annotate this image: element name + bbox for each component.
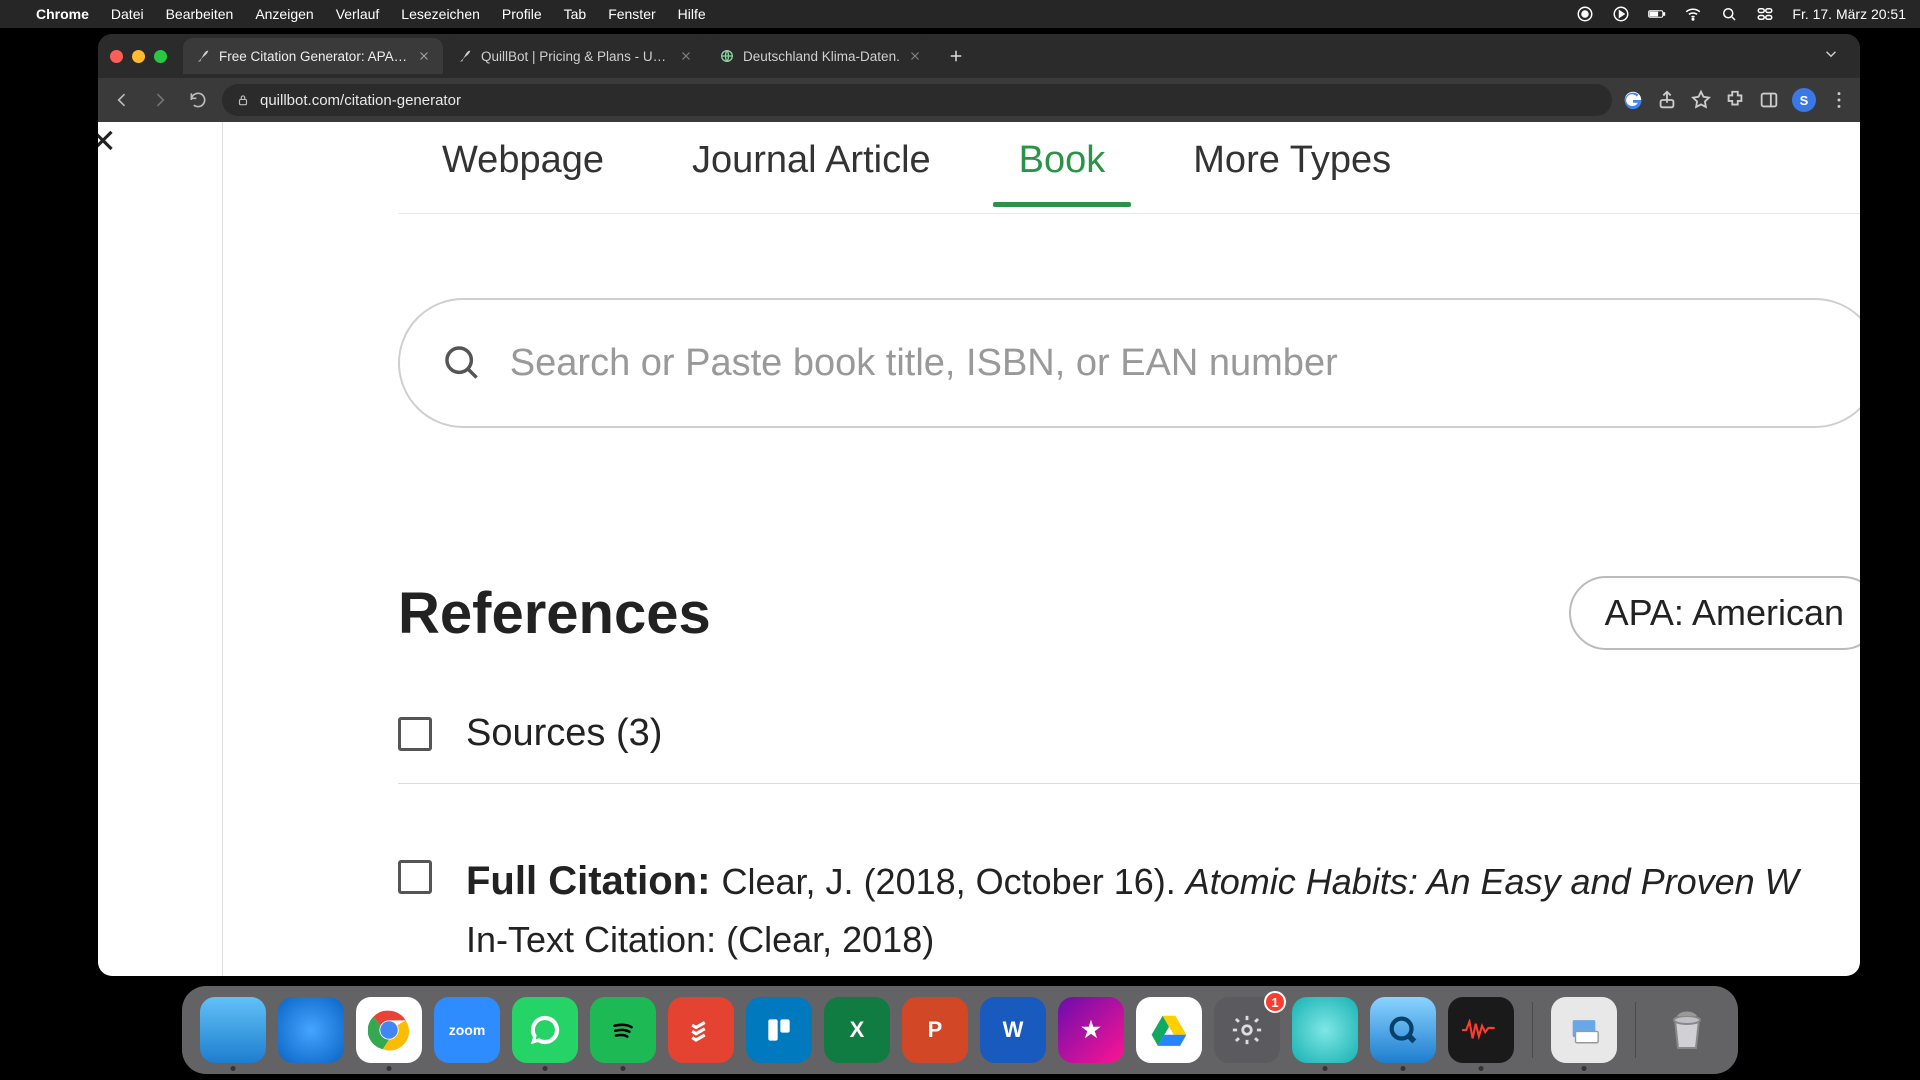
dock-preview[interactable] <box>1551 997 1617 1063</box>
citation-checkbox[interactable] <box>398 860 432 894</box>
dock-separator <box>1532 1002 1533 1058</box>
dock-word[interactable]: W <box>980 997 1046 1063</box>
browser-tab-citation[interactable]: Free Citation Generator: APA, … <box>183 38 443 74</box>
forward-button[interactable] <box>146 86 174 114</box>
sidepanel-icon[interactable] <box>1758 89 1780 111</box>
browser-tab-pricing[interactable]: QuillBot | Pricing & Plans - Up… <box>445 38 705 74</box>
quillbot-favicon-icon <box>195 48 211 64</box>
citation-item: Full Citation: Clear, J. (2018, October … <box>398 850 1860 968</box>
tab-more-types[interactable]: More Types <box>1149 129 1435 206</box>
dock-zoom[interactable]: zoom <box>434 997 500 1063</box>
dock-whatsapp[interactable] <box>512 997 578 1063</box>
tab-close-icon[interactable] <box>908 49 922 63</box>
kebab-menu-icon[interactable] <box>1828 89 1850 111</box>
sidebar-divider <box>222 122 223 976</box>
dock-finder[interactable] <box>200 997 266 1063</box>
dock-quicktime[interactable] <box>1370 997 1436 1063</box>
menu-bearbeiten[interactable]: Bearbeiten <box>166 6 234 22</box>
dock-separator <box>1635 1002 1636 1058</box>
google-services-icon[interactable] <box>1622 89 1644 111</box>
tab-journal-article[interactable]: Journal Article <box>648 129 975 206</box>
page-viewport: × Webpage Journal Article Book More Type… <box>98 122 1860 976</box>
back-button[interactable] <box>108 86 136 114</box>
select-all-checkbox[interactable] <box>398 717 432 751</box>
intext-citation-value: (Clear, 2018) <box>726 919 934 960</box>
profile-avatar[interactable]: S <box>1792 88 1816 112</box>
tab-title: QuillBot | Pricing & Plans - Up… <box>481 49 671 64</box>
dock-spotify[interactable] <box>590 997 656 1063</box>
full-citation-label: Full Citation: <box>466 859 722 903</box>
citation-style-label: APA: American <box>1605 592 1844 634</box>
tabs-dropdown-button[interactable] <box>1822 45 1840 68</box>
lock-icon <box>236 93 250 107</box>
tab-title: Deutschland Klima-Daten. <box>743 49 900 64</box>
book-search-input[interactable] <box>510 342 1838 385</box>
dock-safari[interactable] <box>278 997 344 1063</box>
dock-chrome[interactable] <box>356 997 422 1063</box>
screen-record-icon[interactable] <box>1576 5 1594 23</box>
tab-close-icon[interactable] <box>417 49 431 63</box>
citation-title-italic: Atomic Habits: An Easy and Proven W <box>1186 861 1799 902</box>
dock-trash[interactable] <box>1654 997 1720 1063</box>
extensions-icon[interactable] <box>1724 89 1746 111</box>
window-close-button[interactable] <box>110 50 123 63</box>
address-bar[interactable]: quillbot.com/citation-generator <box>222 84 1612 116</box>
menu-lesezeichen[interactable]: Lesezeichen <box>401 6 480 22</box>
browser-tab-klima[interactable]: Deutschland Klima-Daten. <box>707 38 934 74</box>
control-center-icon[interactable] <box>1756 5 1774 23</box>
sources-count-label: Sources (3) <box>466 712 662 755</box>
tab-title: Free Citation Generator: APA, … <box>219 49 409 64</box>
source-type-tabs: Webpage Journal Article Book More Types <box>398 122 1860 214</box>
book-search-bar[interactable] <box>398 298 1860 428</box>
macos-dock: zoom X P W ★ 1 <box>182 986 1738 1074</box>
reload-button[interactable] <box>184 86 212 114</box>
menu-verlauf[interactable]: Verlauf <box>336 6 380 22</box>
sources-select-all-row: Sources (3) <box>398 712 1860 784</box>
window-minimize-button[interactable] <box>132 50 145 63</box>
search-icon <box>440 341 482 385</box>
tab-book[interactable]: Book <box>975 129 1150 206</box>
dock-google-drive[interactable] <box>1136 997 1202 1063</box>
tab-webpage[interactable]: Webpage <box>398 129 648 206</box>
menu-hilfe[interactable]: Hilfe <box>678 6 706 22</box>
macos-menubar: Chrome Datei Bearbeiten Anzeigen Verlauf… <box>0 0 1920 28</box>
spotlight-search-icon[interactable] <box>1720 5 1738 23</box>
menubar-app-name[interactable]: Chrome <box>36 6 89 22</box>
globe-favicon-icon <box>719 48 735 64</box>
dock-system-settings[interactable]: 1 <box>1214 997 1280 1063</box>
references-heading: References <box>398 580 1569 647</box>
close-panel-icon[interactable]: × <box>98 122 116 166</box>
browser-toolbar: quillbot.com/citation-generator S <box>98 78 1860 122</box>
url-text: quillbot.com/citation-generator <box>260 92 461 109</box>
window-zoom-button[interactable] <box>154 50 167 63</box>
citation-author-date: Clear, J. (2018, October 16). <box>722 861 1186 902</box>
new-tab-button[interactable] <box>942 42 970 70</box>
dock-app-teal[interactable] <box>1292 997 1358 1063</box>
menu-profile[interactable]: Profile <box>502 6 542 22</box>
menubar-datetime[interactable]: Fr. 17. März 20:51 <box>1792 6 1906 22</box>
menu-datei[interactable]: Datei <box>111 6 144 22</box>
quillbot-favicon-icon <box>457 48 473 64</box>
settings-badge: 1 <box>1264 991 1286 1013</box>
dock-trello[interactable] <box>746 997 812 1063</box>
play-queue-icon[interactable] <box>1612 5 1630 23</box>
dock-imovie[interactable]: ★ <box>1058 997 1124 1063</box>
menu-anzeigen[interactable]: Anzeigen <box>255 6 313 22</box>
window-controls <box>110 50 167 63</box>
share-icon[interactable] <box>1656 89 1678 111</box>
tab-strip: Free Citation Generator: APA, … QuillBot… <box>98 34 1860 78</box>
menu-fenster[interactable]: Fenster <box>608 6 655 22</box>
dock-voice-memos[interactable] <box>1448 997 1514 1063</box>
dock-todoist[interactable] <box>668 997 734 1063</box>
menu-tab[interactable]: Tab <box>564 6 587 22</box>
wifi-icon[interactable] <box>1684 5 1702 23</box>
dock-excel[interactable]: X <box>824 997 890 1063</box>
bookmark-star-icon[interactable] <box>1690 89 1712 111</box>
tab-close-icon[interactable] <box>679 49 693 63</box>
battery-icon[interactable] <box>1648 5 1666 23</box>
intext-citation-label: In-Text Citation: <box>466 919 726 960</box>
citation-style-picker[interactable]: APA: American <box>1569 576 1860 650</box>
chrome-window: Free Citation Generator: APA, … QuillBot… <box>98 34 1860 976</box>
dock-powerpoint[interactable]: P <box>902 997 968 1063</box>
